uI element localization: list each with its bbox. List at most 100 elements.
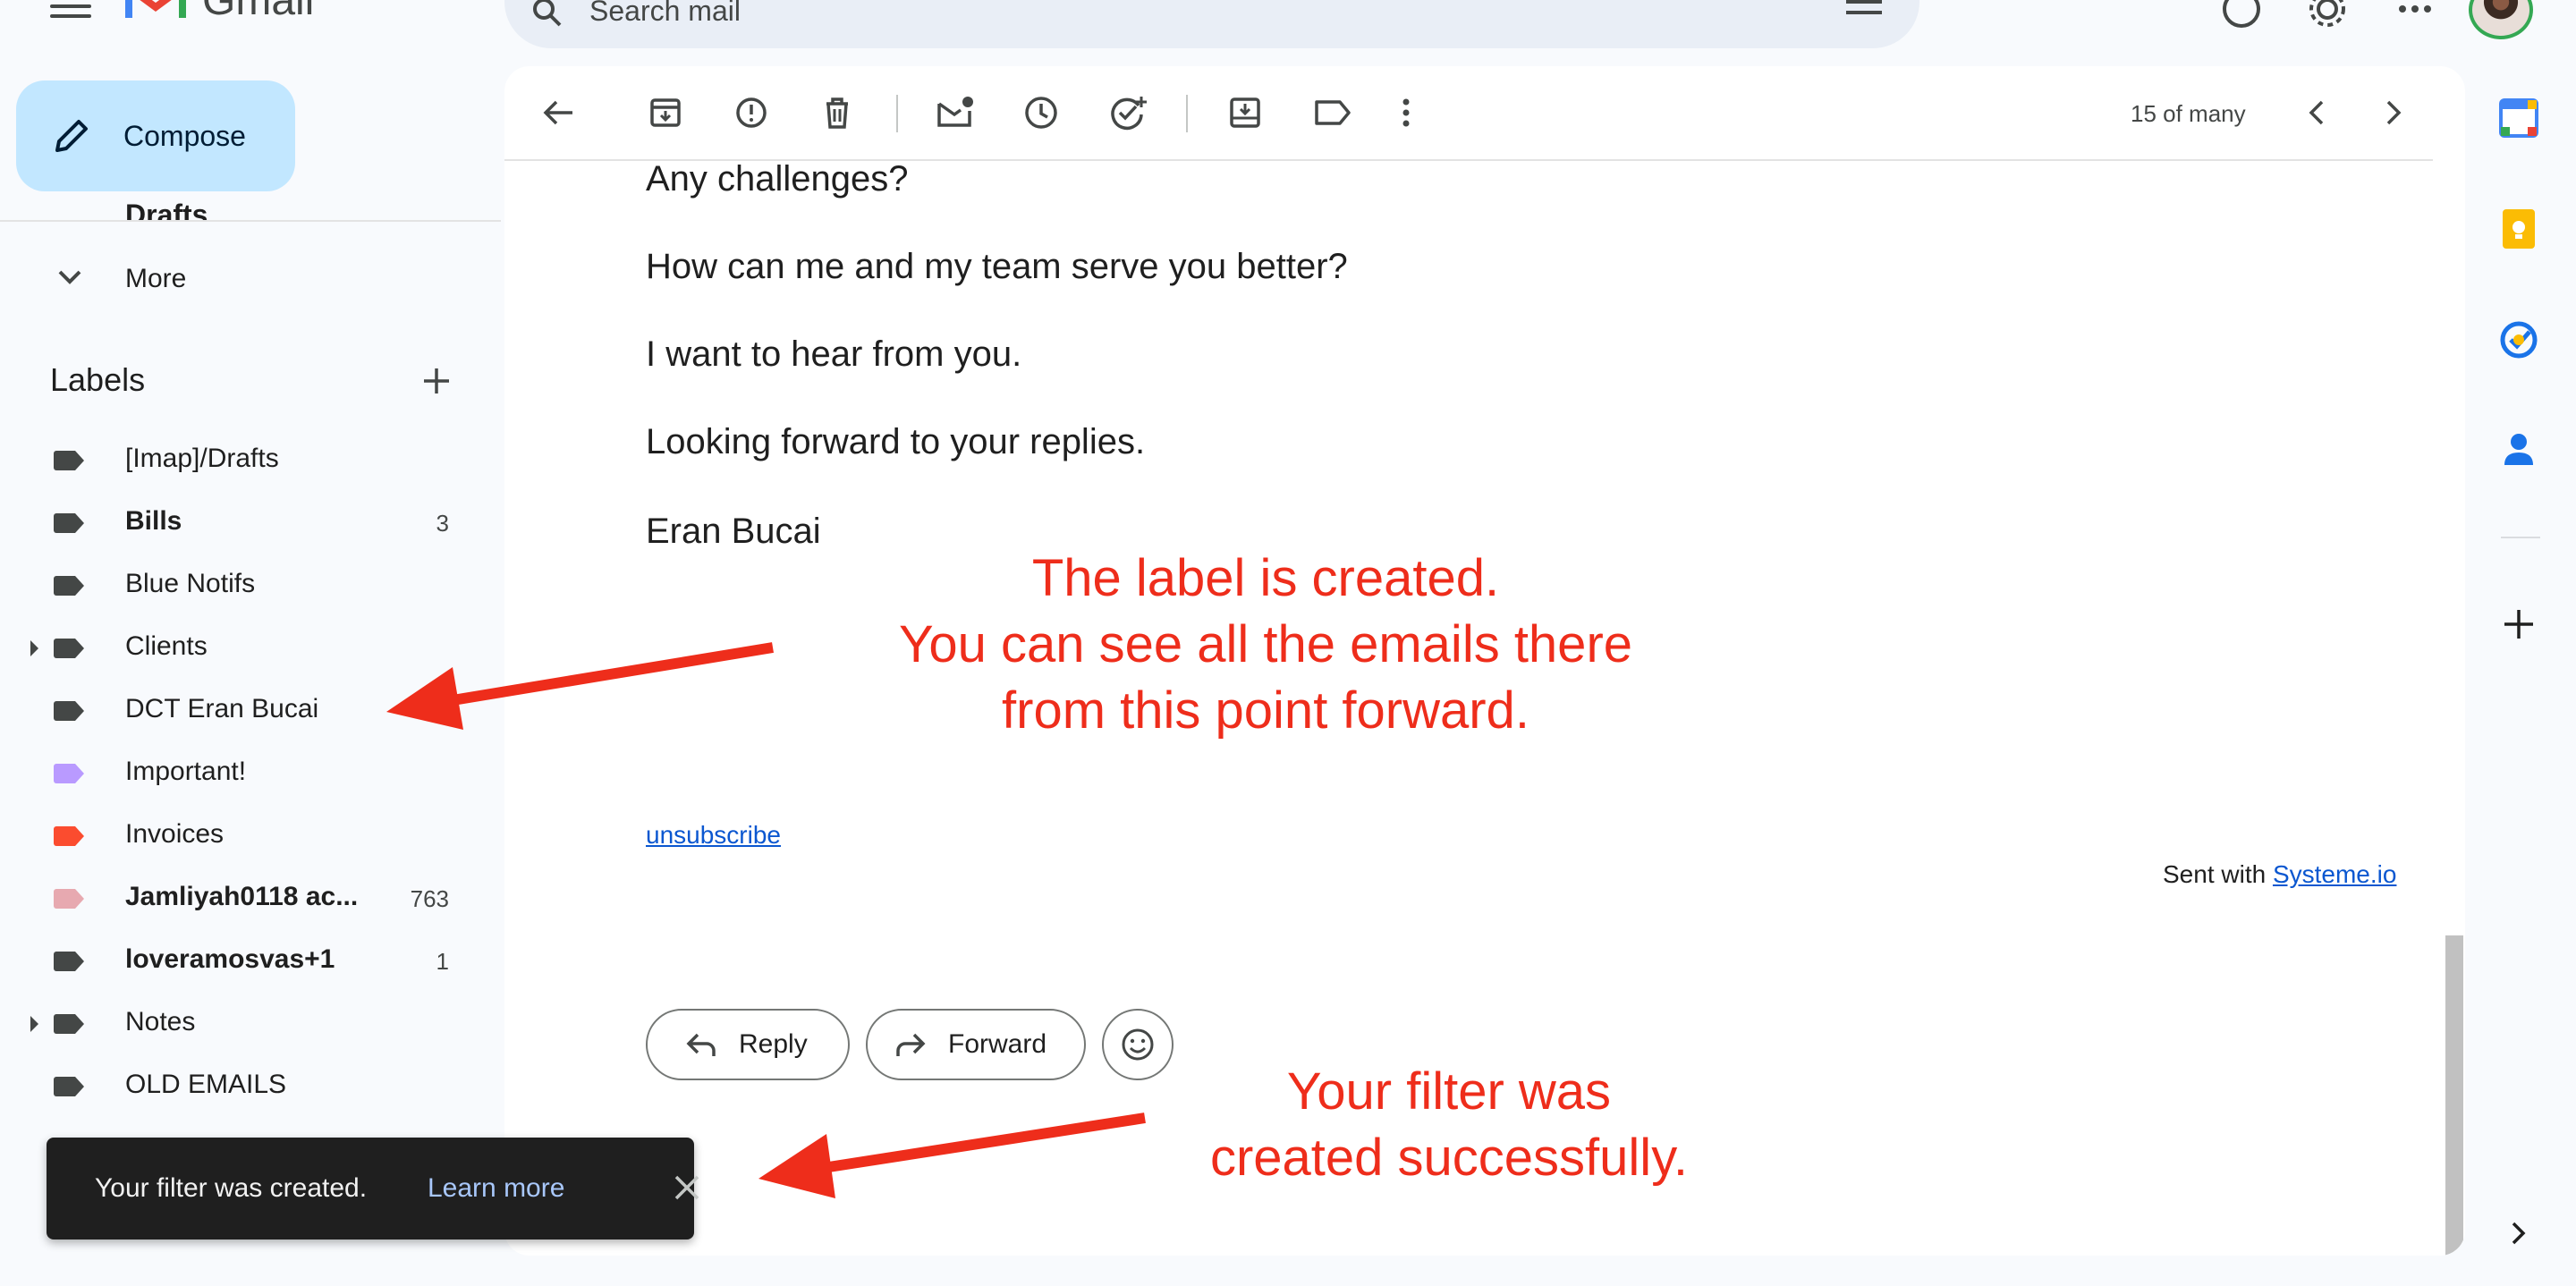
label-item[interactable]: Blue Notifs <box>0 554 483 617</box>
sidebar-item-drafts[interactable]: Drafts <box>125 199 208 220</box>
label-item[interactable]: OLD EMAILS <box>0 1055 483 1118</box>
systeme-link[interactable]: Systeme.io <box>2273 860 2397 888</box>
calendar-icon[interactable] <box>2497 97 2540 140</box>
compose-label: Compose <box>123 119 246 152</box>
expand-panel-chevron-icon[interactable] <box>2510 1220 2528 1247</box>
expand-icon[interactable] <box>30 640 38 656</box>
compose-button[interactable]: Compose <box>16 80 295 191</box>
add-label-icon[interactable] <box>422 367 451 395</box>
label-count: 763 <box>410 885 449 912</box>
report-spam-icon[interactable] <box>733 95 769 131</box>
search-options-icon[interactable] <box>1846 0 1882 25</box>
label-icon <box>54 952 84 971</box>
add-task-icon[interactable] <box>1109 95 1148 131</box>
labels-heading: Labels <box>50 361 146 398</box>
smiley-icon <box>1122 1028 1154 1061</box>
label-icon <box>54 576 84 596</box>
pagination-text: 15 of many <box>2131 100 2246 127</box>
label-icon <box>54 701 84 721</box>
label-item[interactable]: [Imap]/Drafts <box>0 429 483 492</box>
label-icon <box>54 513 84 533</box>
search-input[interactable]: Search mail <box>589 0 741 28</box>
search-bar[interactable]: Search mail <box>504 0 1919 48</box>
account-avatar[interactable] <box>2469 0 2533 39</box>
top-bar: Gmail Search mail <box>0 0 2576 54</box>
sidebar-item-label: Drafts <box>125 199 208 220</box>
search-icon[interactable] <box>531 0 564 29</box>
label-icon <box>54 451 84 470</box>
contacts-icon[interactable] <box>2497 427 2540 470</box>
email-body-line: How can me and my team serve you better? <box>646 247 1348 286</box>
main-menu-icon[interactable] <box>50 0 91 21</box>
label-item[interactable]: Clients <box>0 617 483 680</box>
older-chevron-icon[interactable] <box>2383 95 2404 131</box>
archive-icon[interactable] <box>648 95 683 131</box>
label-name: DCT Eran Bucai <box>125 694 319 723</box>
newer-chevron-icon[interactable] <box>2306 95 2327 131</box>
reply-label: Reply <box>739 1029 808 1059</box>
label-name: loveramosvas+1 <box>125 944 335 974</box>
label-icon <box>54 639 84 658</box>
pencil-icon <box>55 120 88 152</box>
snooze-clock-icon[interactable] <box>1023 95 1059 131</box>
label-name: Invoices <box>125 819 225 849</box>
tasks-icon[interactable] <box>2497 318 2540 361</box>
unsubscribe-link[interactable]: unsubscribe <box>646 821 781 850</box>
email-body-line: I want to hear from you. <box>646 334 1022 374</box>
label-name: Jamliyah0118 ac... <box>125 882 359 911</box>
more-vert-icon[interactable] <box>1397 95 1415 131</box>
label-count: 3 <box>436 510 449 537</box>
filter-created-snackbar: Your filter was created. Learn more <box>47 1138 699 1239</box>
learn-more-link[interactable]: Learn more <box>428 1173 564 1204</box>
label-created-annotation: The label is created. You can see all th… <box>859 546 1673 744</box>
label-name: Bills <box>125 506 182 536</box>
label-icon <box>54 1077 84 1096</box>
label-icon <box>54 826 84 846</box>
reply-icon <box>686 1033 716 1056</box>
label-name: OLD EMAILS <box>125 1070 287 1099</box>
toolbar-divider <box>896 95 898 132</box>
annotation-line: from this point forward. <box>1002 681 1530 740</box>
app-name: Gmail <box>202 0 315 24</box>
scrollbar-thumb[interactable] <box>2445 935 2463 1256</box>
move-to-icon[interactable] <box>1227 95 1263 131</box>
label-item[interactable]: DCT Eran Bucai <box>0 680 483 742</box>
reply-button[interactable]: Reply <box>646 1009 850 1080</box>
email-body-line: Looking forward to your replies. <box>646 422 1146 461</box>
annotation-line: created successfully. <box>1209 1129 1689 1187</box>
label-as-icon[interactable] <box>1313 95 1352 131</box>
close-icon[interactable] <box>673 1173 701 1202</box>
sidebar-item-more[interactable]: More <box>0 250 483 308</box>
label-item[interactable]: Bills 3 <box>0 492 483 554</box>
add-addon-icon[interactable] <box>2503 608 2535 640</box>
settings-icon[interactable] <box>2308 0 2347 29</box>
mark-unread-icon[interactable] <box>936 95 975 131</box>
label-name: Blue Notifs <box>125 569 256 598</box>
sidebar-divider <box>0 220 501 222</box>
label-icon <box>54 889 84 909</box>
sidebar-item-label: More <box>125 264 187 293</box>
email-body-line: Any challenges? <box>646 159 909 199</box>
label-item[interactable]: loveramosvas+1 1 <box>0 930 483 993</box>
keep-icon[interactable] <box>2497 207 2540 250</box>
label-item[interactable]: Jamliyah0118 ac... 763 <box>0 867 483 930</box>
help-icon[interactable] <box>2222 0 2261 29</box>
annotation-line: Your filter was <box>1286 1062 1612 1121</box>
gmail-logo[interactable]: Gmail <box>125 0 314 27</box>
delete-icon[interactable] <box>819 95 855 131</box>
forward-button[interactable]: Forward <box>866 1009 1086 1080</box>
chevron-down-icon <box>58 270 81 284</box>
back-arrow-icon[interactable] <box>540 95 576 131</box>
side-panel-divider <box>2501 537 2540 538</box>
label-name: Notes <box>125 1007 196 1036</box>
label-item[interactable]: Invoices <box>0 805 483 867</box>
forward-icon <box>896 1033 926 1056</box>
snackbar-message: Your filter was created. <box>95 1173 368 1203</box>
label-name: Clients <box>125 631 208 661</box>
annotation-line: You can see all the emails there <box>898 615 1633 673</box>
apps-grid-icon[interactable] <box>2397 0 2433 20</box>
label-item[interactable]: Important! <box>0 742 483 805</box>
label-item[interactable]: Notes <box>0 993 483 1055</box>
expand-icon[interactable] <box>30 1016 38 1032</box>
annotation-line: The label is created. <box>1031 549 1500 607</box>
